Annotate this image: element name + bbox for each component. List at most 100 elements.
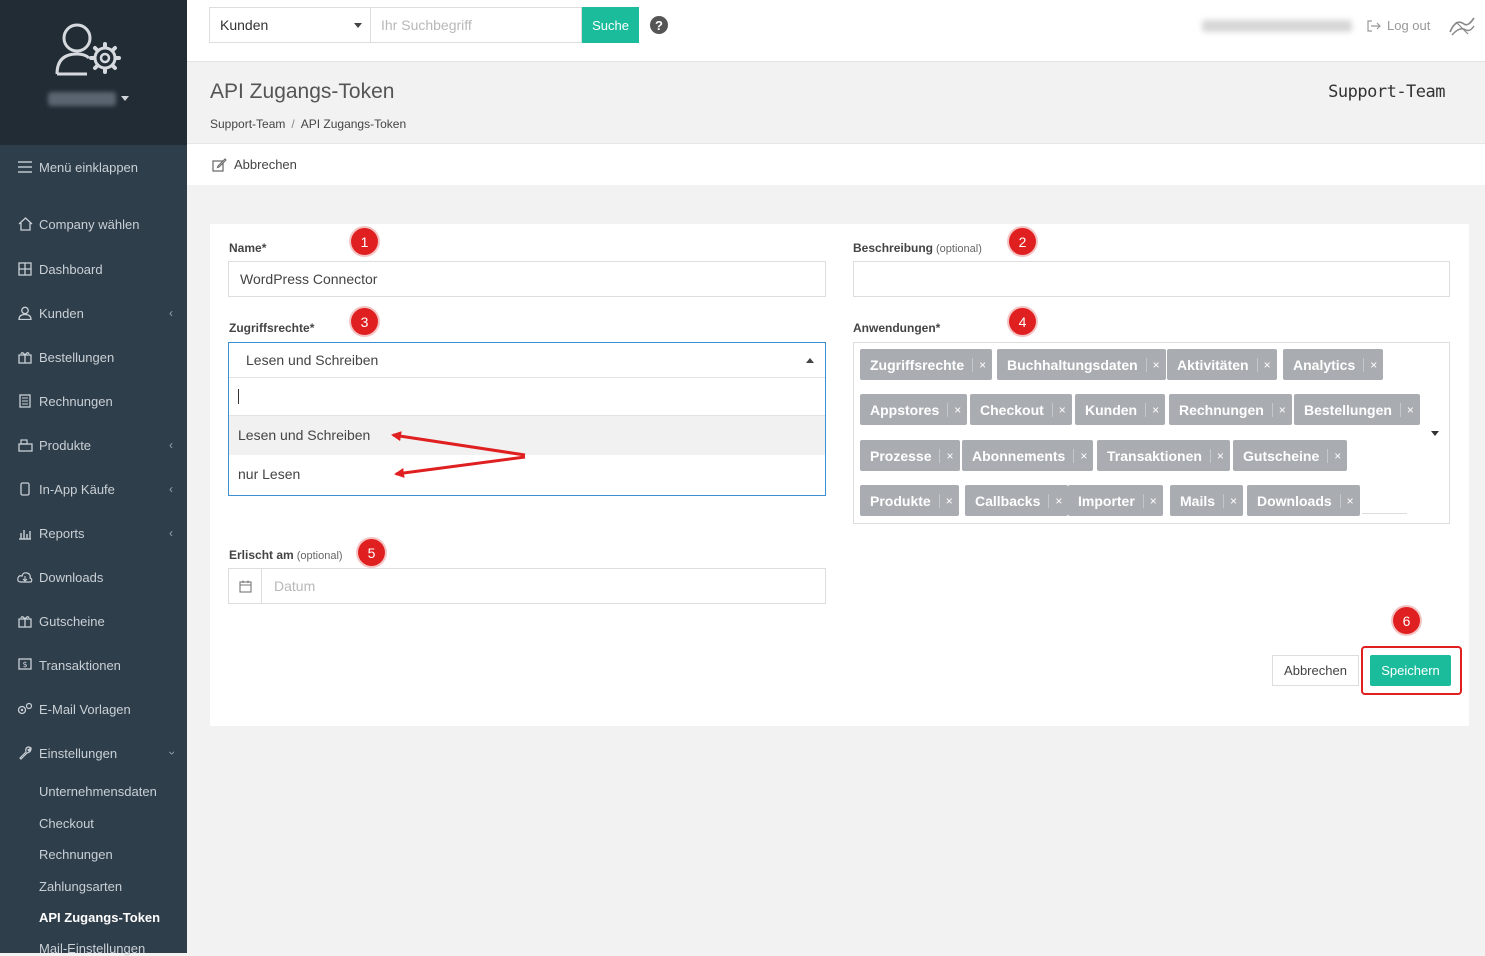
app-tag: Mails ×	[1170, 485, 1244, 516]
access-rights-selected[interactable]: Lesen und Schreiben	[229, 343, 825, 378]
tag-remove-icon[interactable]: ×	[1048, 493, 1068, 508]
sidebar-item-dashboard[interactable]: Dashboard	[0, 255, 187, 283]
sidebar-subitem-rechnungen[interactable]: Rechnungen	[39, 847, 113, 862]
access-label-text: Zugriffsrechte	[229, 321, 310, 335]
tag-remove-icon[interactable]: ×	[1256, 357, 1277, 372]
sidebar-item-rechnungen[interactable]: Rechnungen	[0, 387, 187, 415]
box-icon	[17, 437, 33, 453]
account-name-blurred	[1202, 20, 1352, 32]
svg-text:$: $	[22, 660, 27, 669]
description-label-text: Beschreibung	[853, 241, 934, 255]
sidebar-item-kunden[interactable]: Kunden ‹	[0, 299, 187, 327]
tag-remove-icon[interactable]: ×	[1399, 402, 1420, 417]
app-tag: Kunden ×	[1075, 394, 1166, 425]
breadcrumb-item[interactable]: Support-Team	[210, 117, 285, 131]
toolbar-cancel-button[interactable]: Abbrechen	[212, 157, 297, 172]
app-tag-label: Aktivitäten	[1177, 356, 1249, 373]
save-button[interactable]: Speichern	[1370, 655, 1451, 686]
user-menu-caret-icon[interactable]	[121, 96, 129, 101]
sidebar-item-einstellungen[interactable]: Einstellungen ‹	[0, 739, 187, 767]
app-tag: Transaktionen ×	[1097, 440, 1230, 471]
name-label: Name*	[229, 241, 266, 255]
tag-remove-icon[interactable]: ×	[1145, 357, 1166, 372]
app-tag: Downloads ×	[1247, 485, 1360, 516]
edit-icon	[212, 157, 227, 172]
tag-remove-icon[interactable]: ×	[1051, 402, 1072, 417]
sidebar-item-inapp[interactable]: In-App Käufe ‹	[0, 475, 187, 503]
app-tag: Prozesse ×	[860, 440, 960, 471]
sidebar-item-label: Downloads	[39, 569, 104, 585]
app-tag-label: Transaktionen	[1107, 447, 1202, 464]
cancel-button[interactable]: Abbrechen	[1272, 655, 1359, 686]
sidebar-subitem-mail-einstellungen[interactable]: Mail-Einstellungen	[39, 941, 145, 956]
search-scope-select[interactable]: Kunden	[209, 7, 370, 43]
applications-multiselect[interactable]: Zugriffsrechte × Buchhaltungsdaten × Aktiv…	[853, 342, 1450, 524]
search-input[interactable]	[370, 7, 582, 43]
tag-remove-icon[interactable]: ×	[972, 357, 992, 372]
tag-remove-icon[interactable]: ×	[947, 402, 967, 417]
sidebar-item-label: Reports	[39, 525, 85, 541]
expires-label: Erlischt am (optional)	[229, 548, 343, 562]
access-rights-search-input[interactable]	[229, 378, 825, 416]
sidebar-collapse-menu[interactable]: Menü einklappen	[0, 153, 187, 181]
tag-remove-icon[interactable]: ×	[1363, 357, 1383, 372]
gift-icon	[17, 349, 33, 365]
sidebar-subitem-api-token[interactable]: API Zugangs-Token	[39, 910, 160, 925]
annotation-marker-4: 4	[1009, 308, 1036, 335]
sidebar-item-downloads[interactable]: Downloads	[0, 563, 187, 591]
tag-remove-icon[interactable]: ×	[1073, 448, 1093, 463]
tag-remove-icon[interactable]: ×	[1223, 493, 1243, 508]
app-tag: Abonnements ×	[962, 440, 1094, 471]
app-tag-label: Callbacks	[975, 492, 1041, 509]
sidebar-item-label: Produkte	[39, 437, 92, 453]
tag-remove-icon[interactable]: ×	[938, 493, 959, 508]
calendar-button[interactable]	[229, 569, 262, 603]
sidebar-subitem-checkout[interactable]: Checkout	[39, 816, 94, 831]
sidebar-subitem-unternehmensdaten[interactable]: Unternehmensdaten	[39, 784, 157, 799]
apps-label: Anwendungen*	[853, 321, 940, 335]
name-input[interactable]: WordPress Connector	[228, 261, 826, 297]
expires-date-field[interactable]	[228, 568, 826, 604]
sidebar-item-company[interactable]: Company wählen	[0, 210, 187, 238]
logout-link[interactable]: Log out	[1367, 18, 1430, 33]
tag-remove-icon[interactable]: ×	[1142, 493, 1163, 508]
sidebar-item-email-vorlagen[interactable]: E-Mail Vorlagen	[0, 695, 187, 723]
sidebar-item-label: Transaktionen	[39, 657, 121, 673]
tag-remove-icon[interactable]: ×	[1209, 448, 1230, 463]
tag-remove-icon[interactable]: ×	[1145, 402, 1165, 417]
applications-search-input[interactable]	[1362, 513, 1407, 514]
app-tag-label: Analytics	[1293, 356, 1356, 373]
sidebar-item-label: Dashboard	[39, 261, 103, 277]
name-label-text: Name	[229, 241, 262, 255]
sidebar-item-transaktionen[interactable]: $ Transaktionen	[0, 651, 187, 679]
tag-remove-icon[interactable]: ×	[1327, 448, 1347, 463]
app-tag-label: Downloads	[1257, 492, 1332, 509]
team-label: Support-Team	[1328, 82, 1445, 102]
tag-remove-icon[interactable]: ×	[1271, 402, 1292, 417]
app-tag: Bestellungen ×	[1294, 394, 1420, 425]
sidebar-item-reports[interactable]: Reports ‹	[0, 519, 187, 547]
toolbar-cancel-label: Abbrechen	[234, 157, 297, 172]
sidebar-item-gutscheine[interactable]: Gutscheine	[0, 607, 187, 635]
sidebar-item-bestellungen[interactable]: Bestellungen	[0, 343, 187, 371]
description-input[interactable]	[853, 261, 1450, 297]
tag-remove-icon[interactable]: ×	[1339, 493, 1360, 508]
app-tag-label: Mails	[1180, 492, 1216, 509]
sidebar-item-produkte[interactable]: Produkte ‹	[0, 431, 187, 459]
user-name-blurred[interactable]	[48, 92, 116, 106]
help-icon[interactable]: ?	[650, 16, 668, 34]
sidebar-subitem-zahlungsarten[interactable]: Zahlungsarten	[39, 879, 122, 894]
chevron-left-icon: ‹	[169, 482, 173, 496]
chevron-down-icon[interactable]	[1431, 431, 1439, 436]
tag-remove-icon[interactable]: ×	[939, 448, 959, 463]
expires-date-input[interactable]	[262, 569, 822, 603]
search-button[interactable]: Suche	[582, 7, 639, 43]
access-rights-dropdown[interactable]: Lesen und Schreiben Lesen und Schreiben …	[228, 342, 826, 496]
annotation-marker-1: 1	[351, 228, 378, 255]
sidebar-user-area	[0, 0, 187, 145]
chevron-down-icon	[354, 23, 362, 28]
app-tag-label: Appstores	[870, 401, 940, 418]
access-option-read-only[interactable]: nur Lesen	[229, 455, 825, 494]
text-cursor	[238, 389, 239, 404]
access-option-read-write[interactable]: Lesen und Schreiben	[229, 416, 825, 455]
